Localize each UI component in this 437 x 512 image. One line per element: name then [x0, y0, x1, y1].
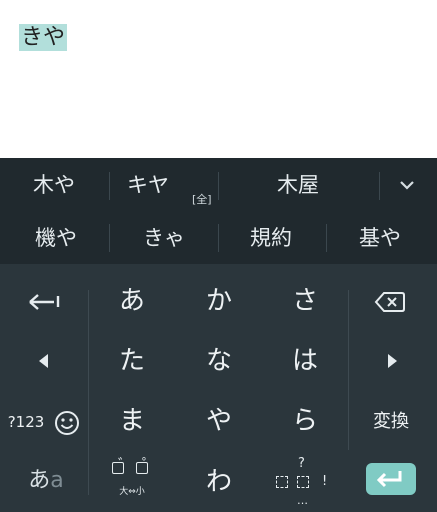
kana-key-ma[interactable]: ま: [102, 406, 162, 436]
dakuten-mark: ゛: [118, 457, 132, 473]
punctuation-key[interactable]: ? ! …: [272, 456, 338, 510]
emoji-smiley-icon[interactable]: [53, 409, 81, 437]
backspace-icon[interactable]: [374, 290, 406, 314]
kana-key-wa[interactable]: わ: [189, 467, 249, 497]
kana-key-ka[interactable]: か: [189, 286, 249, 316]
comma-box-icon: [276, 476, 288, 488]
candidate-2[interactable]: キヤ: [118, 172, 178, 198]
candidate-divider: [379, 172, 380, 200]
key-column-divider: [348, 290, 349, 450]
kana-key-ya[interactable]: や: [189, 406, 249, 436]
candidate-divider: [218, 172, 219, 200]
modifier-key[interactable]: ゛ ゜ 大⇔小: [104, 457, 160, 500]
exclamation-mark: !: [322, 474, 328, 489]
kana-key-ta[interactable]: た: [102, 346, 162, 376]
ellipsis-mark: …: [297, 494, 308, 507]
candidate-divider: [109, 172, 110, 200]
candidate-6[interactable]: 規約: [237, 225, 305, 251]
modifier-label: 大⇔小: [119, 487, 145, 497]
candidate-1[interactable]: 木や: [22, 172, 86, 198]
candidate-2-fullwidth-tag: [全]: [192, 193, 212, 206]
candidate-4[interactable]: 機や: [22, 225, 90, 251]
handakuten-mark: ゜: [142, 457, 156, 473]
candidate-divider: [109, 224, 110, 252]
candidate-5[interactable]: きゃ: [130, 225, 198, 251]
question-mark: ?: [298, 456, 305, 471]
undo-arrow-icon[interactable]: [26, 290, 64, 314]
expand-candidates-chevron-down-icon[interactable]: [396, 176, 418, 194]
kana-key-ra[interactable]: ら: [275, 406, 335, 436]
cursor-left-triangle-icon[interactable]: [36, 352, 52, 370]
key-column-divider: [88, 290, 89, 495]
input-mode-toggle[interactable]: あa: [22, 466, 70, 496]
composing-text[interactable]: きや: [19, 24, 68, 51]
candidate-bar: 木や キヤ [全] 木屋 機や きゃ 規約 基や: [0, 158, 437, 264]
kana-key-a[interactable]: あ: [102, 286, 162, 316]
text-editor[interactable]: きや: [0, 0, 437, 158]
kana-key-ha[interactable]: は: [275, 346, 335, 376]
mode-hiragana-label: あ: [28, 468, 51, 493]
period-box-icon: [297, 476, 309, 488]
candidate-divider: [218, 224, 219, 252]
kana-key-na[interactable]: な: [189, 346, 249, 376]
enter-key[interactable]: [366, 463, 416, 495]
convert-key[interactable]: 変換: [360, 409, 422, 435]
candidate-7[interactable]: 基や: [346, 225, 414, 251]
candidate-divider: [326, 224, 327, 252]
symbols-key[interactable]: ?123: [4, 410, 48, 434]
mode-alphabet-label: a: [50, 468, 64, 493]
kana-key-sa[interactable]: さ: [275, 286, 335, 316]
candidate-3[interactable]: 木屋: [260, 172, 336, 198]
cursor-right-triangle-icon[interactable]: [384, 352, 400, 370]
